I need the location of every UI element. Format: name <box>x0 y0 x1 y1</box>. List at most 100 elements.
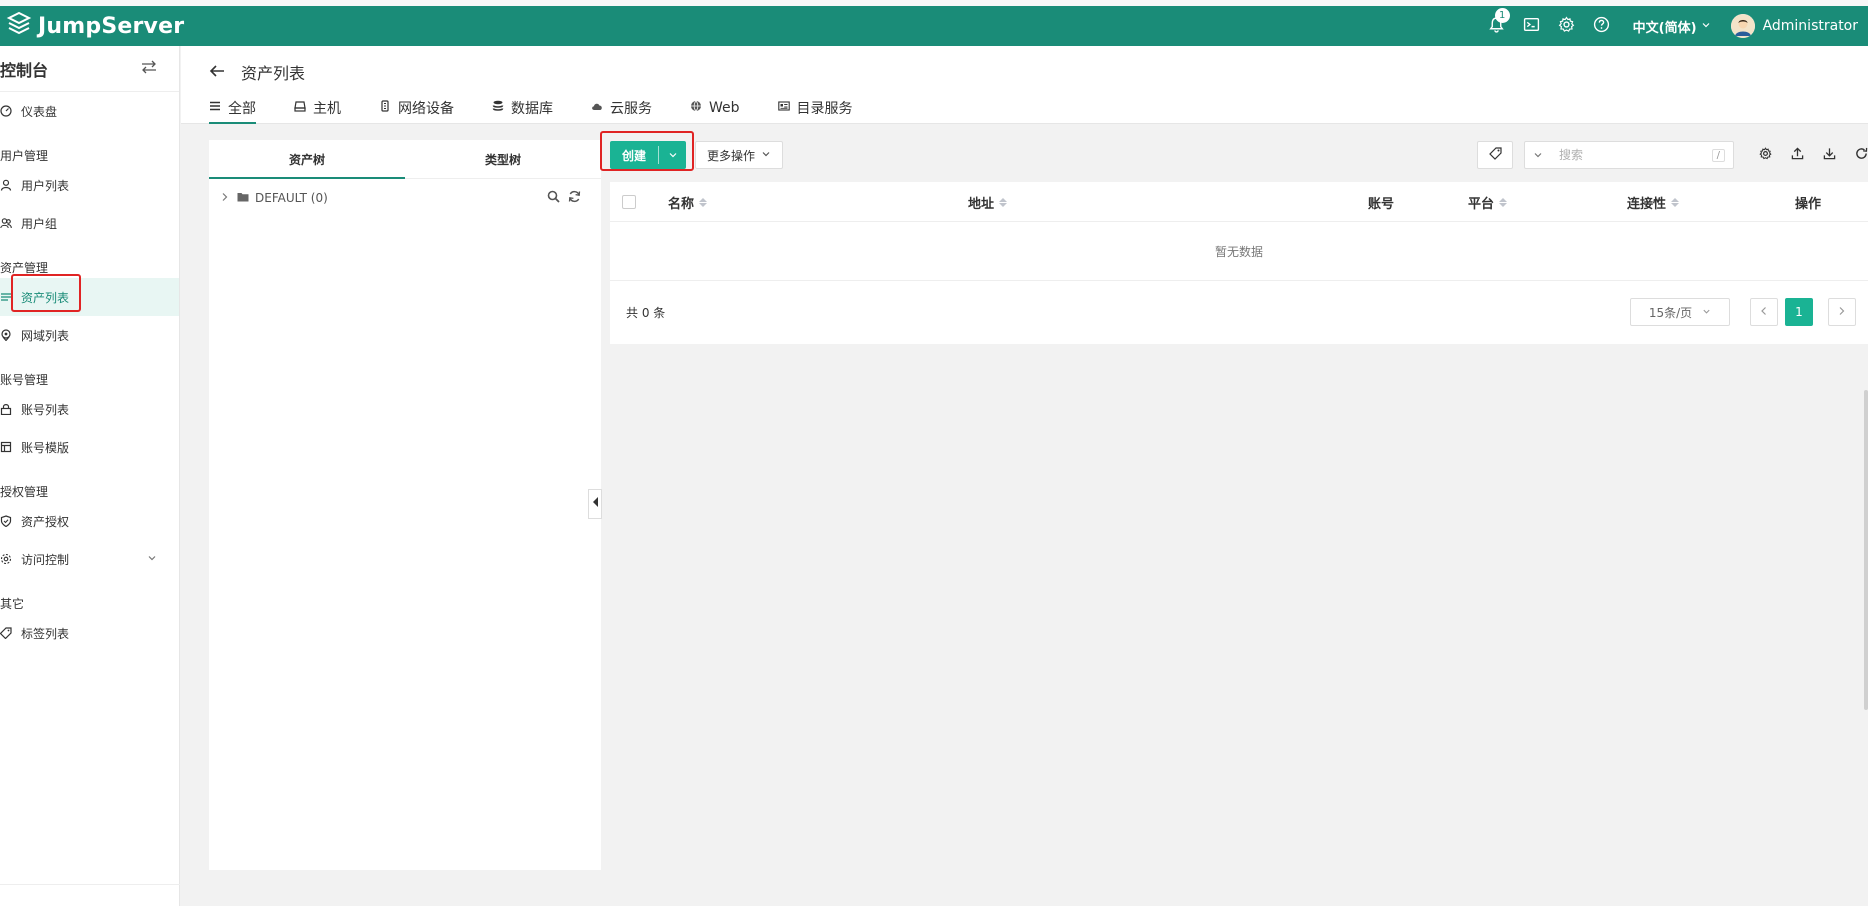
tab-label: 主机 <box>313 101 341 117</box>
column-connectivity[interactable]: 连接性 <box>1627 182 1680 222</box>
sort-icon[interactable] <box>1499 197 1508 207</box>
chevron-right-icon[interactable] <box>221 191 229 205</box>
sidebar-group-label: 资产管理 <box>0 261 49 275</box>
sort-icon[interactable] <box>999 197 1008 207</box>
refresh-button[interactable] <box>1845 141 1868 169</box>
next-page-button[interactable] <box>1828 298 1856 326</box>
lock-icon <box>0 403 21 415</box>
tab-asset-tree[interactable]: 资产树 <box>209 140 405 179</box>
tag-filter-button[interactable] <box>1477 141 1513 169</box>
sidebar-item[interactable]: 用户列表 <box>0 166 179 204</box>
sidebar-item[interactable]: 网域列表 <box>0 316 179 354</box>
search-input[interactable] <box>1551 148 1712 162</box>
search-icon[interactable] <box>547 190 560 206</box>
column-address[interactable]: 地址 <box>968 182 1008 222</box>
switch-view-icon[interactable] <box>141 60 157 78</box>
sidebar-item[interactable]: 账号模版 <box>0 428 179 466</box>
language-selector[interactable]: 中文(简体) <box>1633 17 1711 36</box>
web-terminal-button[interactable] <box>1514 6 1549 46</box>
tab-asset-category[interactable]: 目录服务 <box>777 92 853 124</box>
back-arrow-icon[interactable] <box>209 63 225 82</box>
help-button[interactable] <box>1584 6 1619 46</box>
column-settings-button[interactable] <box>1749 141 1781 169</box>
globe-icon <box>690 100 702 116</box>
refresh-icon[interactable] <box>568 190 581 206</box>
page-size-select[interactable]: 15条/页 <box>1630 298 1730 326</box>
tab-asset-category[interactable]: 主机 <box>294 92 341 124</box>
users-icon <box>0 217 21 229</box>
sidebar-item-label: 标签列表 <box>21 626 70 641</box>
chevron-down-icon <box>1701 19 1711 34</box>
user-menu[interactable]: Administrator <box>1730 14 1858 38</box>
chevron-down-icon[interactable] <box>1525 150 1551 160</box>
page-button-current[interactable]: 1 <box>1785 298 1813 326</box>
sidebar-footer <box>0 884 180 906</box>
column-platform[interactable]: 平台 <box>1468 182 1508 222</box>
sidebar-item[interactable]: 资产授权 <box>0 502 179 540</box>
empty-state: 暂无数据 <box>610 222 1868 281</box>
database-icon <box>492 100 504 116</box>
refresh-icon <box>1855 147 1868 164</box>
tab-asset-category[interactable]: Web <box>690 92 740 124</box>
more-actions-label: 更多操作 <box>706 148 755 163</box>
highlight-active-item <box>11 274 81 312</box>
tab-asset-category[interactable]: 云服务 <box>591 92 652 124</box>
prev-page-button[interactable] <box>1750 298 1778 326</box>
more-actions-button[interactable]: 更多操作 <box>695 141 783 169</box>
scrollbar[interactable] <box>1864 390 1868 710</box>
sort-icon[interactable] <box>699 197 708 207</box>
gear-icon <box>1758 146 1772 164</box>
page-title: 资产列表 <box>241 64 306 83</box>
settings-button[interactable] <box>1549 6 1584 46</box>
export-button[interactable] <box>1781 141 1813 169</box>
sidebar-item-label: 访问控制 <box>21 552 70 567</box>
column-account: 账号 <box>1368 196 1395 212</box>
collapse-tree-button[interactable] <box>588 489 602 519</box>
tree-node-label: DEFAULT (0) <box>255 191 328 205</box>
pagination: 共 0 条 15条/页 1 <box>610 281 1868 343</box>
tab-label: 目录服务 <box>796 101 853 117</box>
sidebar-group-label: 其它 <box>0 597 25 611</box>
tab-label: 云服务 <box>610 101 652 117</box>
gear-icon <box>1558 16 1575 37</box>
sidebar-title: 控制台 <box>0 60 49 80</box>
highlight-create-button <box>600 131 694 171</box>
page-header: 资产列表 全部 主机 网络设备 数据库 云服务 Web 目录服务 <box>181 46 1868 124</box>
tab-type-tree[interactable]: 类型树 <box>405 140 601 178</box>
tree-node-default[interactable]: DEFAULT (0) <box>209 179 601 217</box>
network-icon <box>379 100 391 116</box>
tag-icon <box>0 627 21 639</box>
notifications-button[interactable]: 1 <box>1479 6 1514 46</box>
column-actions: 操作 <box>1795 196 1822 212</box>
select-all-checkbox[interactable] <box>622 182 636 222</box>
dashboard-icon <box>0 105 21 117</box>
caret-left-icon <box>592 496 599 512</box>
directory-icon <box>777 100 790 116</box>
sidebar-item[interactable]: 仪表盘 <box>0 92 179 130</box>
menu-icon <box>209 100 221 116</box>
column-name[interactable]: 名称 <box>668 182 708 222</box>
sidebar-item[interactable]: 标签列表 <box>0 614 179 652</box>
download-icon <box>1823 147 1836 164</box>
sidebar-item-label: 账号模版 <box>21 440 70 455</box>
sidebar-item[interactable]: 资产列表 <box>0 274 179 316</box>
asset-category-tabs: 全部 主机 网络设备 数据库 云服务 Web 目录服务 <box>209 92 891 124</box>
chevron-down-icon[interactable] <box>147 552 157 566</box>
tab-label: 数据库 <box>511 101 553 117</box>
search-field[interactable]: / <box>1524 141 1734 169</box>
search-shortcut-hint: / <box>1711 148 1725 162</box>
import-button[interactable] <box>1813 141 1845 169</box>
tab-asset-category[interactable]: 全部 <box>209 92 256 124</box>
sidebar-item[interactable]: 账号列表 <box>0 390 179 428</box>
sort-icon[interactable] <box>1671 197 1680 207</box>
chevron-down-icon <box>761 148 771 162</box>
user-name: Administrator <box>1762 18 1858 34</box>
sidebar-item[interactable]: 用户组 <box>0 204 179 242</box>
tab-asset-category[interactable]: 网络设备 <box>379 92 454 124</box>
brand-logo[interactable]: JumpServer <box>0 11 184 41</box>
sidebar-item[interactable]: 访问控制 <box>0 540 179 578</box>
language-label: 中文(简体) <box>1632 20 1697 36</box>
sidebar-item-label: 用户列表 <box>21 178 70 193</box>
chevron-right-icon <box>1838 305 1846 319</box>
tab-asset-category[interactable]: 数据库 <box>492 92 553 124</box>
